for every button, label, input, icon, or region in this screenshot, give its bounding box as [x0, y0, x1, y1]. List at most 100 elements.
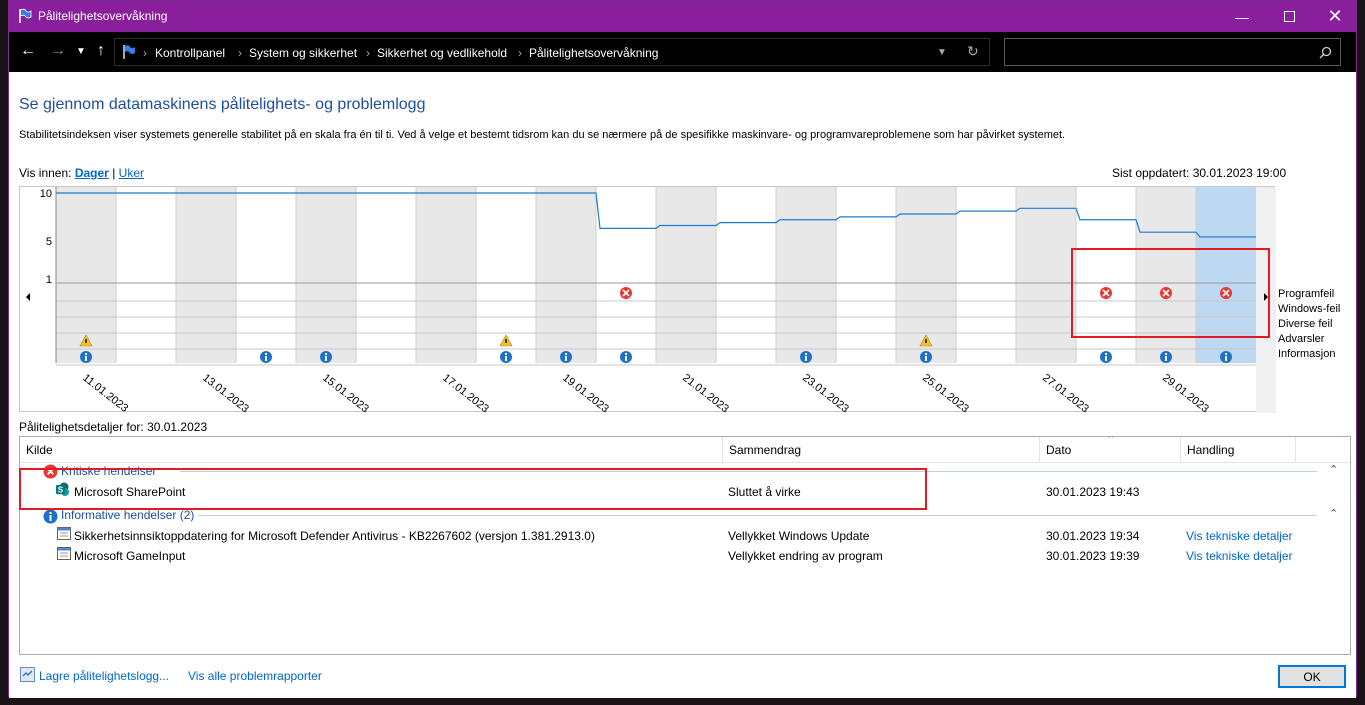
search-input[interactable] — [1004, 38, 1341, 66]
x-tick-label: 29.01.2023 — [1160, 372, 1211, 413]
row-date: 30.01.2023 19:39 — [1046, 549, 1140, 563]
info-icon-dot — [565, 353, 567, 355]
info-icon-mark — [505, 356, 507, 361]
save-reliability-log-link[interactable]: Lagre pålitelighetslogg... — [39, 669, 169, 683]
row-label-information: Informasjon — [1278, 348, 1336, 360]
chevron-right-icon: › — [366, 46, 370, 60]
chevron-right-icon: › — [143, 46, 147, 60]
col-header-summary[interactable]: Sammendrag — [723, 437, 1040, 463]
update-icon — [57, 527, 71, 540]
flag-icon — [19, 8, 32, 23]
table-row[interactable]: Sikkerhetsinnsiktoppdatering for Microso… — [20, 525, 1350, 545]
maximize-button[interactable] — [1266, 1, 1312, 32]
table-header: Kilde Sammendrag Dato Handling ⌃ — [20, 437, 1350, 463]
forward-arrow-icon[interactable]: → — [48, 42, 68, 60]
search-icon — [1319, 46, 1332, 59]
last-updated: Sist oppdatert: 30.01.2023 19:00 — [1112, 166, 1287, 180]
chevron-right-icon: › — [238, 46, 242, 60]
day-column — [836, 187, 896, 363]
day-column — [176, 187, 236, 363]
minimize-icon: — — [1235, 8, 1249, 25]
x-tick-label: 15.01.2023 — [320, 372, 371, 413]
view-label: Vis innen: — [19, 166, 72, 180]
day-column — [536, 187, 596, 363]
day-column — [656, 187, 716, 363]
scroll-left-icon[interactable] — [26, 293, 30, 301]
info-icon-mark — [565, 356, 567, 361]
x-tick-label: 17.01.2023 — [440, 372, 491, 413]
day-column — [116, 187, 176, 363]
row-summary: Vellykket Windows Update — [728, 529, 870, 543]
info-icon-dot — [1225, 353, 1227, 355]
x-tick-label: 25.01.2023 — [920, 372, 971, 413]
collapse-critical-icon[interactable]: ⌃ — [1329, 463, 1338, 476]
view-separator: | — [112, 166, 116, 180]
day-column — [356, 187, 416, 363]
maximize-icon — [1283, 11, 1295, 22]
col-header-action[interactable]: Handling — [1181, 437, 1296, 463]
breadcrumb-item[interactable]: System og sikkerhet — [249, 46, 357, 60]
breadcrumb-item[interactable]: Pålitelighetsovervåkning — [529, 46, 658, 60]
up-arrow-icon[interactable]: ↑ — [91, 42, 111, 60]
row-source: Microsoft GameInput — [74, 549, 186, 563]
ok-button[interactable]: OK — [1278, 665, 1346, 688]
weeks-link[interactable]: Uker — [119, 166, 144, 180]
info-icon-mark — [1165, 356, 1167, 361]
save-log-icon — [20, 667, 35, 682]
page-title: Se gjennom datamaskinens pålitelighets- … — [19, 96, 426, 113]
x-tick-label: 11.01.2023 — [80, 372, 130, 413]
row-label-app-failures: Programfeil — [1278, 288, 1335, 300]
row-label-windows-failures: Windows-feil — [1278, 303, 1341, 315]
col-header-source[interactable]: Kilde — [20, 437, 723, 463]
breadcrumb-item[interactable]: Sikkerhet og vedlikehold — [377, 46, 507, 60]
info-icon-mark — [265, 356, 267, 361]
day-column — [596, 187, 656, 363]
info-icon — [43, 509, 58, 524]
row-date: 30.01.2023 19:34 — [1046, 529, 1140, 543]
back-arrow-icon[interactable]: ← — [18, 42, 38, 60]
chevron-down-icon[interactable]: ▼ — [937, 47, 947, 58]
info-icon-dot — [1165, 353, 1167, 355]
informative-events-group[interactable]: Informative hendelser (2) — [61, 508, 194, 522]
day-column — [416, 187, 476, 363]
footer-bar: Lagre pålitelighetslogg... Vis alle prob… — [9, 657, 1356, 698]
info-icon-dot — [625, 353, 627, 355]
info-icon-dot — [265, 353, 267, 355]
breadcrumb[interactable]: › Kontrollpanel › System og sikkerhet › … — [114, 38, 990, 66]
day-column — [236, 187, 296, 363]
y-tick-label: 10 — [40, 188, 52, 200]
day-column — [776, 187, 836, 363]
day-column — [716, 187, 776, 363]
reliability-monitor-window: Pålitelighetsovervåkning — ✕ ← → ▼ ↑ › K… — [8, 0, 1358, 698]
info-icon-mark — [1225, 356, 1227, 361]
group-divider — [198, 515, 1317, 516]
info-icon-mark — [625, 356, 627, 361]
technical-details-link[interactable]: Vis tekniske detaljer — [1186, 549, 1293, 563]
x-tick-label: 27.01.2023 — [1040, 372, 1091, 413]
refresh-icon[interactable]: ↻ — [967, 43, 979, 60]
info-icon-mark — [925, 356, 927, 361]
collapse-informative-icon[interactable]: ⌃ — [1329, 507, 1338, 520]
content-area: Se gjennom datamaskinens pålitelighets- … — [9, 72, 1356, 698]
table-row[interactable]: Microsoft GameInput Vellykket endring av… — [20, 545, 1350, 565]
info-icon-dot — [1105, 353, 1107, 355]
view-all-problem-reports-link[interactable]: Vis alle problemrapporter — [188, 669, 322, 683]
days-link[interactable]: Dager — [75, 166, 109, 180]
info-icon-mark — [325, 356, 327, 361]
warning-icon-mark — [85, 339, 87, 343]
sort-ascending-icon: ⌃ — [1106, 436, 1116, 446]
x-tick-label: 23.01.2023 — [800, 372, 851, 413]
x-tick-label: 13.01.2023 — [200, 372, 251, 413]
technical-details-link[interactable]: Vis tekniske detaljer — [1186, 529, 1293, 543]
highlight-box-chart — [1071, 248, 1270, 338]
close-button[interactable]: ✕ — [1312, 1, 1358, 32]
info-icon-mark — [805, 356, 807, 361]
breadcrumb-item[interactable]: Kontrollpanel — [155, 46, 225, 60]
info-icon-dot — [805, 353, 807, 355]
info-icon-dot — [505, 353, 507, 355]
y-tick-label: 1 — [46, 274, 52, 286]
recent-dropdown-icon[interactable]: ▼ — [71, 46, 91, 57]
minimize-button[interactable]: — — [1219, 1, 1265, 32]
warning-icon-mark — [505, 339, 507, 343]
program-icon — [57, 547, 71, 560]
